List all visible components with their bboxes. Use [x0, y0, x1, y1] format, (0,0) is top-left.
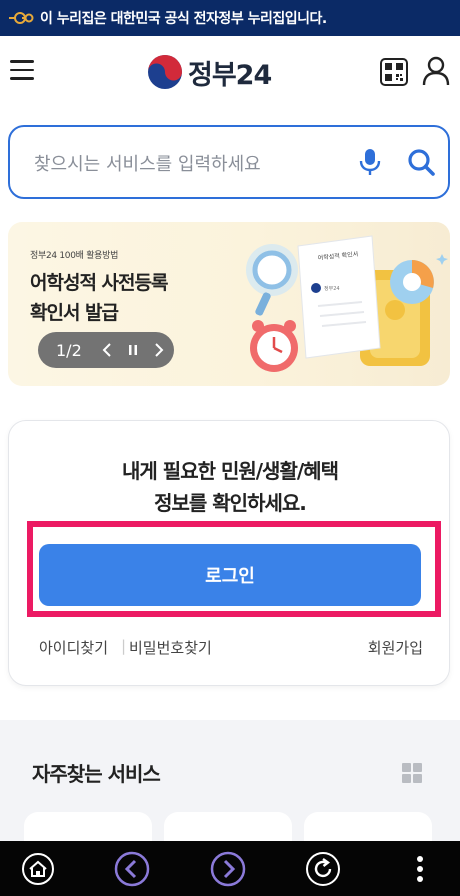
- header: 정부24: [0, 36, 460, 108]
- promo-subtitle: 확인서 발급: [30, 302, 119, 324]
- browser-bottom-bar: [0, 841, 460, 896]
- services-title: 자주찾는 서비스: [32, 762, 161, 786]
- gov-emblem-icon: [8, 11, 34, 25]
- refresh-icon[interactable]: [305, 851, 341, 887]
- chevron-left-icon[interactable]: [96, 339, 118, 361]
- banner-pager: 1/2: [38, 332, 174, 368]
- search-box: [8, 125, 450, 199]
- pager-count: 1/2: [56, 340, 82, 360]
- login-message-line2: 정보를 확인하세요.: [154, 491, 307, 515]
- find-id-link[interactable]: 아이디찾기: [39, 637, 108, 658]
- chevron-right-icon[interactable]: [148, 339, 170, 361]
- forward-icon[interactable]: [210, 851, 246, 887]
- account-links: 아이디찾기 | 비밀번호찾기 회원가입: [39, 637, 423, 661]
- user-icon[interactable]: [422, 56, 450, 86]
- login-message: 내게 필요한 민원/생활/혜택 정보를 확인하세요.: [9, 455, 451, 519]
- back-icon[interactable]: [114, 851, 150, 887]
- main-content: 정부24 100배 활용방법 어학성적 사전등록 확인서 발급 1/2 어학성적…: [0, 108, 460, 852]
- grid-icon[interactable]: [402, 763, 422, 783]
- gov-official-banner: 이 누리집은 대한민국 공식 전자정부 누리집입니다.: [0, 0, 460, 36]
- home-icon[interactable]: [20, 851, 56, 887]
- link-separator: |: [121, 637, 127, 655]
- login-card: 내게 필요한 민원/생활/혜택 정보를 확인하세요. 로그인 아이디찾기 | 비…: [8, 420, 450, 686]
- menu-icon[interactable]: [10, 60, 34, 82]
- promo-banner[interactable]: 정부24 100배 활용방법 어학성적 사전등록 확인서 발급 1/2 어학성적…: [8, 222, 450, 386]
- more-icon[interactable]: [402, 851, 438, 887]
- login-message-line1: 내게 필요한 민원/생활/혜택: [122, 459, 339, 483]
- microphone-icon[interactable]: [358, 147, 382, 177]
- certificate-illustration: 어학성적 확인서 정부24: [246, 235, 448, 372]
- frequent-services-section: 자주찾는 서비스: [0, 720, 460, 852]
- pause-icon[interactable]: [122, 339, 144, 361]
- taegeuk-logo-icon: [148, 55, 182, 89]
- gov-banner-text: 이 누리집은 대한민국 공식 전자정부 누리집입니다.: [40, 11, 327, 27]
- logo-text: 정부24: [188, 59, 272, 91]
- promo-title: 어학성적 사전등록: [30, 272, 168, 294]
- signup-link[interactable]: 회원가입: [368, 637, 423, 658]
- search-input[interactable]: [34, 149, 334, 179]
- logo[interactable]: 정부24: [146, 52, 272, 92]
- qr-code-icon[interactable]: [380, 58, 408, 86]
- promo-kicker: 정부24 100배 활용방법: [30, 251, 119, 261]
- find-password-link[interactable]: 비밀번호찾기: [129, 637, 212, 658]
- art-doc-label: 정부24: [324, 285, 340, 292]
- search-icon[interactable]: [406, 147, 436, 177]
- login-button[interactable]: 로그인: [39, 544, 421, 606]
